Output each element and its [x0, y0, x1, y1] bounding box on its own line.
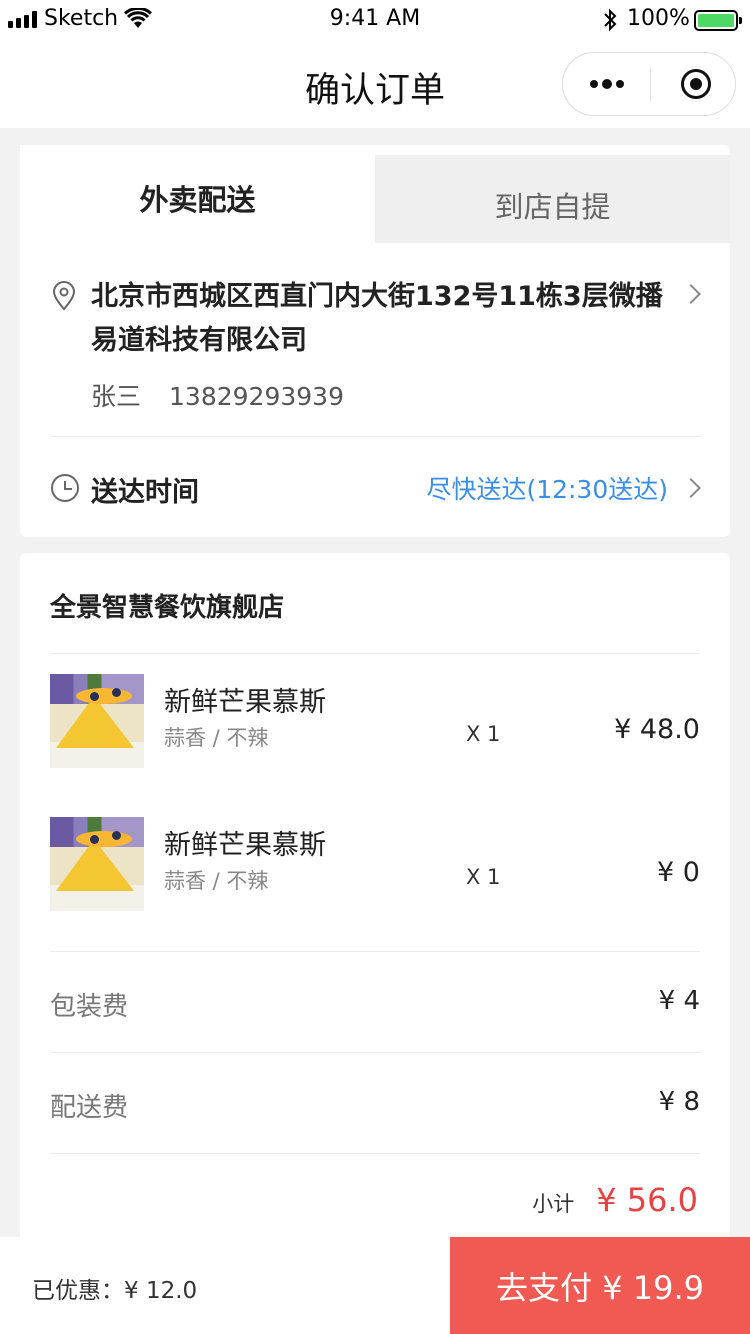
delivery-address: 北京市西城区西直门内大街132号11栋3层微播易道科技有限公司	[91, 281, 663, 356]
product-price: ¥ 0	[657, 857, 700, 888]
divider	[50, 653, 700, 654]
order-item: 新鲜芒果慕斯 蒜香 / 不辣 X 1 ¥ 0	[50, 817, 700, 913]
pay-button[interactable]: 去支付 ¥ 19.9	[450, 1237, 750, 1334]
battery-percent: 100%	[627, 6, 690, 31]
location-pin-icon	[52, 281, 76, 311]
bluetooth-icon	[604, 8, 617, 32]
fee-value: ¥ 4	[658, 986, 700, 1016]
product-image	[50, 817, 144, 911]
order-item: 新鲜芒果慕斯 蒜香 / 不辣 X 1 ¥ 48.0	[50, 674, 700, 770]
product-spec: 蒜香 / 不辣	[164, 726, 269, 750]
delivery-card: 到店自提 外卖配送 北京市西城区西直门内大街132号11栋3层微播易道科技有限公…	[20, 145, 730, 537]
more-icon[interactable]	[587, 53, 627, 115]
nav-bar: 确认订单	[0, 40, 750, 128]
discount-text: 已优惠：¥ 12.0	[32, 1278, 198, 1304]
tab-delivery[interactable]: 外卖配送	[20, 145, 375, 243]
tab-pickup[interactable]: 到店自提	[375, 155, 730, 243]
chevron-right-icon	[681, 478, 701, 498]
product-name: 新鲜芒果慕斯	[164, 830, 326, 861]
tab-label: 到店自提	[494, 190, 611, 224]
subtotal-amount: ¥ 56.0	[596, 1181, 698, 1219]
tab-label: 外卖配送	[139, 183, 256, 217]
fee-value: ¥ 8	[658, 1087, 700, 1117]
miniprogram-capsule	[562, 52, 736, 116]
divider	[50, 436, 700, 437]
product-price: ¥ 48.0	[614, 714, 700, 745]
clock-icon	[51, 474, 79, 502]
subtotal-label: 小计	[532, 1192, 575, 1216]
delivery-time-value: 尽快送达(12:30送达)	[426, 475, 668, 504]
divider	[50, 1052, 700, 1053]
shop-name: 全景智慧餐饮旗舰店	[50, 593, 285, 623]
chevron-right-icon	[681, 284, 701, 304]
product-spec: 蒜香 / 不辣	[164, 869, 269, 893]
contact-info: 张三 13829293939	[91, 377, 344, 413]
divider	[50, 951, 700, 952]
contact-phone: 13829293939	[169, 382, 344, 411]
order-card: 全景智慧餐饮旗舰店 新鲜芒果慕斯 蒜香 / 不辣 X 1 ¥ 48.0 新鲜芒果…	[20, 553, 730, 1253]
checkout-bar: 已优惠：¥ 12.0 去支付 ¥ 19.9	[0, 1237, 750, 1334]
fee-label: 包装费	[50, 992, 129, 1022]
status-bar: Sketch 9:41 AM 100%	[0, 0, 750, 40]
product-qty: X 1	[466, 722, 501, 746]
fee-label: 配送费	[50, 1093, 129, 1123]
product-name: 新鲜芒果慕斯	[164, 687, 326, 718]
contact-name: 张三	[91, 382, 142, 411]
battery-icon	[694, 10, 742, 31]
divider	[50, 1153, 700, 1154]
delivery-time-label: 送达时间	[91, 477, 199, 508]
product-image	[50, 674, 144, 768]
capsule-divider	[650, 69, 651, 101]
product-qty: X 1	[466, 865, 501, 889]
close-target-icon[interactable]	[681, 69, 711, 99]
subtotal: 小计 ¥ 56.0	[532, 1181, 698, 1219]
